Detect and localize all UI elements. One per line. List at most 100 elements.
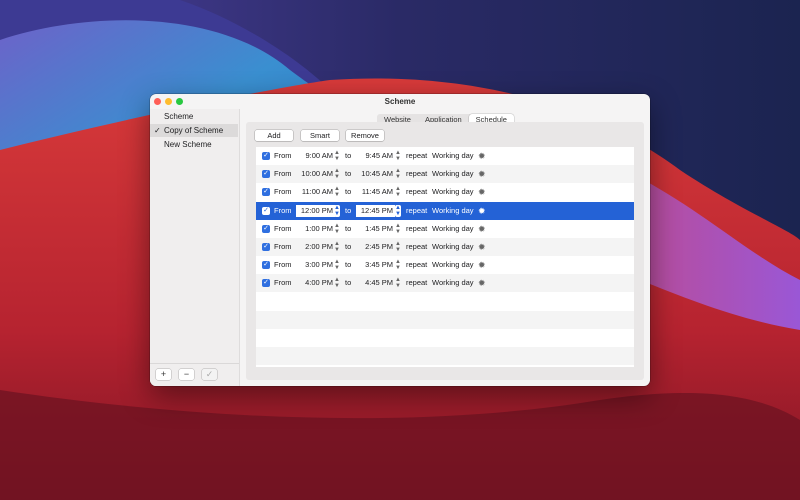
from-label: From xyxy=(274,205,292,215)
gear-icon[interactable]: ✹ xyxy=(478,238,486,256)
repeat-value[interactable]: Working day xyxy=(432,147,474,165)
gear-icon[interactable]: ✹ xyxy=(478,165,486,183)
start-time-field[interactable]: 10:00 AM xyxy=(296,168,335,180)
repeat-value[interactable]: Working day xyxy=(432,274,474,292)
from-label: From xyxy=(274,242,292,251)
start-time-field[interactable]: 12:00 PM xyxy=(296,204,335,217)
empty-row xyxy=(256,293,634,311)
empty-row xyxy=(256,347,634,366)
end-time-stepper[interactable]: ▲ ▼ xyxy=(395,168,401,180)
to-label: to xyxy=(345,278,352,288)
start-time-stepper[interactable]: ▲ ▼ xyxy=(334,259,340,271)
to-label: to xyxy=(345,260,352,270)
start-time-stepper[interactable]: ▲ ▼ xyxy=(334,168,340,180)
end-time-field[interactable]: 11:45 AM xyxy=(356,186,395,198)
repeat-label: repeat xyxy=(406,242,428,251)
sidebar-item-new-scheme[interactable]: New Scheme xyxy=(150,138,238,151)
to-label: to xyxy=(345,242,352,251)
start-time-field[interactable]: 11:00 AM xyxy=(296,186,335,198)
end-time-stepper[interactable]: ▲ ▼ xyxy=(395,204,401,217)
end-time-field[interactable]: 3:45 PM xyxy=(356,259,395,271)
enable-checkbox[interactable]: ✓ xyxy=(262,261,270,270)
sidebar-item-scheme[interactable]: Scheme xyxy=(150,110,238,123)
main-content: Website Application Schedule Add Smart R… xyxy=(240,109,650,386)
schedule-table: ✓ From 9:00 AM ▲ ▼ to 9:45 AM ▲ ▼ repeat Working d… xyxy=(256,147,634,367)
table-row[interactable]: ✓ From 10:00 AM ▲ ▼ to 10:45 AM ▲ ▼ repeat Working… xyxy=(256,165,634,184)
start-time-stepper[interactable]: ▲ ▼ xyxy=(334,150,340,162)
table-row[interactable]: ✓ From 1:00 PM ▲ ▼ to 1:45 PM ▲ ▼ repeat Working d… xyxy=(256,220,634,238)
enable-checkbox[interactable]: ✓ xyxy=(262,243,270,251)
from-label: From xyxy=(274,278,292,288)
start-time-stepper[interactable]: ▲ ▼ xyxy=(334,241,340,253)
gear-icon[interactable]: ✹ xyxy=(478,202,486,220)
scheme-window: Scheme Scheme ✓ Copy of Scheme New Schem… xyxy=(150,94,650,386)
table-row[interactable]: ✓ From 11:00 AM ▲ ▼ to 11:45 AM ▲ ▼ repeat Working… xyxy=(256,183,634,201)
gear-icon[interactable]: ✹ xyxy=(478,274,486,292)
apply-scheme-button[interactable]: ✓ xyxy=(202,369,217,380)
end-time-field[interactable]: 4:45 PM xyxy=(356,277,395,289)
repeat-value[interactable]: Working day xyxy=(432,238,474,256)
start-time-field[interactable]: 2:00 PM xyxy=(296,241,335,253)
add-button[interactable]: Add xyxy=(255,130,293,141)
remove-scheme-button[interactable]: − xyxy=(179,369,194,380)
from-label: From xyxy=(274,187,292,197)
start-time-stepper[interactable]: ▲ ▼ xyxy=(334,277,340,289)
gear-icon[interactable]: ✹ xyxy=(478,183,486,201)
smart-button[interactable]: Smart xyxy=(301,130,339,141)
repeat-value[interactable]: Working day xyxy=(432,183,474,201)
to-label: to xyxy=(345,205,352,215)
enable-checkbox[interactable]: ✓ xyxy=(262,279,270,288)
enable-checkbox[interactable]: ✓ xyxy=(262,206,270,215)
enable-checkbox[interactable]: ✓ xyxy=(262,170,270,179)
start-time-stepper[interactable]: ▲ ▼ xyxy=(334,204,340,217)
end-time-stepper[interactable]: ▲ ▼ xyxy=(395,223,401,235)
empty-row xyxy=(256,310,634,329)
remove-button[interactable]: Remove xyxy=(346,130,384,141)
end-time-stepper[interactable]: ▲ ▼ xyxy=(395,259,401,271)
table-row[interactable]: ✓ From 3:00 PM ▲ ▼ to 3:45 PM ▲ ▼ repeat Working d… xyxy=(256,256,634,274)
end-time-field[interactable]: 9:45 AM xyxy=(356,150,395,162)
repeat-value[interactable]: Working day xyxy=(432,256,474,274)
add-scheme-button[interactable]: + xyxy=(156,369,171,380)
repeat-label: repeat xyxy=(406,278,428,288)
title-bar: Scheme xyxy=(150,94,650,109)
enable-checkbox[interactable]: ✓ xyxy=(262,152,270,160)
empty-row xyxy=(256,329,634,347)
end-time-field[interactable]: 2:45 PM xyxy=(356,241,395,253)
table-row[interactable]: ✓ From 4:00 PM ▲ ▼ to 4:45 PM ▲ ▼ repeat Working d… xyxy=(256,274,634,293)
end-time-field[interactable]: 10:45 AM xyxy=(356,168,395,180)
start-time-stepper[interactable]: ▲ ▼ xyxy=(334,186,340,198)
from-label: From xyxy=(274,169,292,179)
sidebar-item-copy-of-scheme[interactable]: ✓ Copy of Scheme xyxy=(150,124,238,137)
gear-icon[interactable]: ✹ xyxy=(478,256,486,274)
end-time-stepper[interactable]: ▲ ▼ xyxy=(395,186,401,198)
start-time-field[interactable]: 4:00 PM xyxy=(296,277,335,289)
table-row[interactable]: ✓ From 2:00 PM ▲ ▼ to 2:45 PM ▲ ▼ repeat Working d… xyxy=(256,238,634,256)
sidebar-item-label: New Scheme xyxy=(164,140,212,149)
repeat-value[interactable]: Working day xyxy=(432,202,474,220)
table-row[interactable]: ✓ From 12:00 PM ▲ ▼ to 12:45 PM ▲ ▼ repeat Working… xyxy=(256,201,634,220)
enable-checkbox[interactable]: ✓ xyxy=(262,188,270,197)
repeat-label: repeat xyxy=(406,223,428,233)
to-label: to xyxy=(345,223,352,233)
sidebar-item-label: Copy of Scheme xyxy=(164,126,224,135)
repeat-value[interactable]: Working day xyxy=(432,220,474,238)
start-time-field[interactable]: 9:00 AM xyxy=(296,150,335,162)
from-label: From xyxy=(274,223,292,233)
start-time-field[interactable]: 3:00 PM xyxy=(296,259,335,271)
to-label: to xyxy=(345,169,352,179)
sidebar-footer: + − ✓ xyxy=(150,363,239,386)
gear-icon[interactable]: ✹ xyxy=(478,147,486,165)
end-time-field[interactable]: 12:45 PM xyxy=(356,204,395,217)
enable-checkbox[interactable]: ✓ xyxy=(262,224,270,233)
end-time-field[interactable]: 1:45 PM xyxy=(356,223,395,235)
start-time-stepper[interactable]: ▲ ▼ xyxy=(334,223,340,235)
end-time-stepper[interactable]: ▲ ▼ xyxy=(395,150,401,162)
table-row[interactable]: ✓ From 9:00 AM ▲ ▼ to 9:45 AM ▲ ▼ repeat Working d… xyxy=(256,147,634,165)
end-time-stepper[interactable]: ▲ ▼ xyxy=(395,277,401,289)
to-label: to xyxy=(345,187,352,197)
gear-icon[interactable]: ✹ xyxy=(478,220,486,238)
end-time-stepper[interactable]: ▲ ▼ xyxy=(395,241,401,253)
repeat-value[interactable]: Working day xyxy=(432,165,474,183)
start-time-field[interactable]: 1:00 PM xyxy=(296,223,335,235)
